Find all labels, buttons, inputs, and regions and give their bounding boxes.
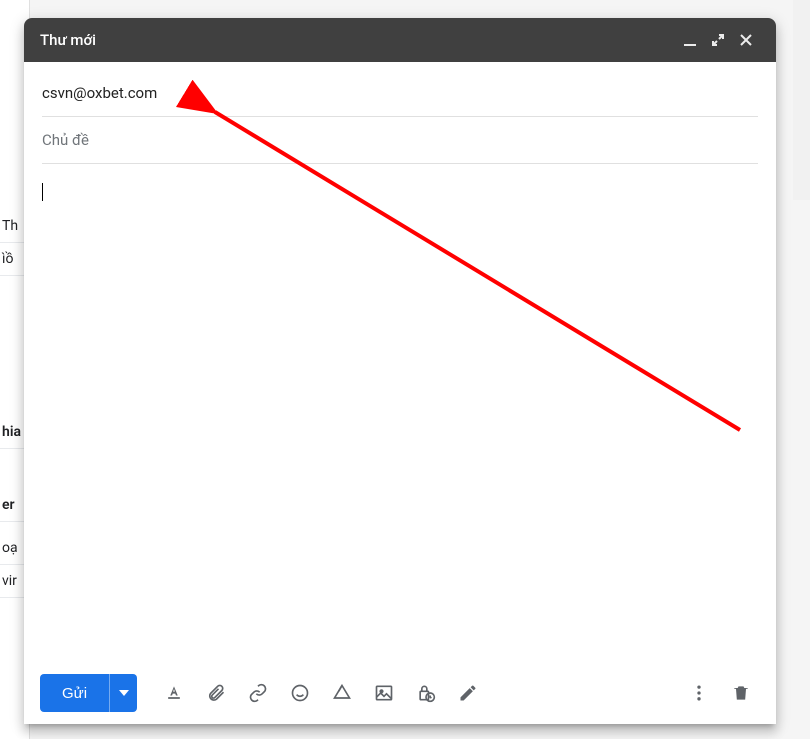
pen-icon: [458, 683, 478, 703]
insert-drive-button[interactable]: [323, 674, 361, 712]
confidential-mode-button[interactable]: [407, 674, 445, 712]
attach-icon: [206, 683, 226, 703]
attach-file-button[interactable]: [197, 674, 235, 712]
subject-placeholder: Chủ đề: [42, 131, 89, 149]
close-button[interactable]: [732, 26, 760, 54]
format-text-icon: [164, 683, 184, 703]
image-icon: [374, 683, 394, 703]
discard-draft-button[interactable]: [722, 674, 760, 712]
scrollbar[interactable]: [793, 0, 810, 200]
recipient-field[interactable]: csvn@oxbet.com: [42, 70, 758, 117]
footer-right-actions: [680, 674, 760, 712]
send-label: Gửi: [62, 685, 87, 702]
format-text-button[interactable]: [155, 674, 193, 712]
insert-image-button[interactable]: [365, 674, 403, 712]
insert-link-button[interactable]: [239, 674, 277, 712]
text-cursor: [42, 183, 43, 201]
insert-emoji-button[interactable]: [281, 674, 319, 712]
expand-icon: [711, 33, 725, 47]
compose-footer: Gửi: [24, 662, 776, 724]
message-body-editor[interactable]: [42, 164, 758, 662]
formatting-toolbar: [155, 674, 487, 712]
insert-signature-button[interactable]: [449, 674, 487, 712]
send-button-group: Gửi: [40, 674, 137, 712]
expand-button[interactable]: [704, 26, 732, 54]
more-options-button[interactable]: [680, 674, 718, 712]
emoji-icon: [290, 683, 310, 703]
recipient-value: csvn@oxbet.com: [42, 84, 157, 102]
trash-icon: [731, 683, 751, 703]
compose-body: csvn@oxbet.com Chủ đề: [24, 62, 776, 662]
send-more-button[interactable]: [109, 674, 137, 712]
more-vertical-icon: [689, 683, 709, 703]
subject-field[interactable]: Chủ đề: [42, 117, 758, 164]
minimize-icon: [683, 33, 697, 47]
compose-window: Thư mới csvn@oxbet.com Chủ đề Gửi: [24, 18, 776, 724]
compose-header: Thư mới: [24, 18, 776, 62]
close-icon: [739, 33, 753, 47]
minimize-button[interactable]: [676, 26, 704, 54]
link-icon: [248, 683, 268, 703]
chevron-down-icon: [119, 690, 129, 696]
compose-title: Thư mới: [40, 31, 676, 49]
drive-icon: [332, 683, 352, 703]
lock-clock-icon: [416, 683, 436, 703]
send-button[interactable]: Gửi: [40, 674, 109, 712]
